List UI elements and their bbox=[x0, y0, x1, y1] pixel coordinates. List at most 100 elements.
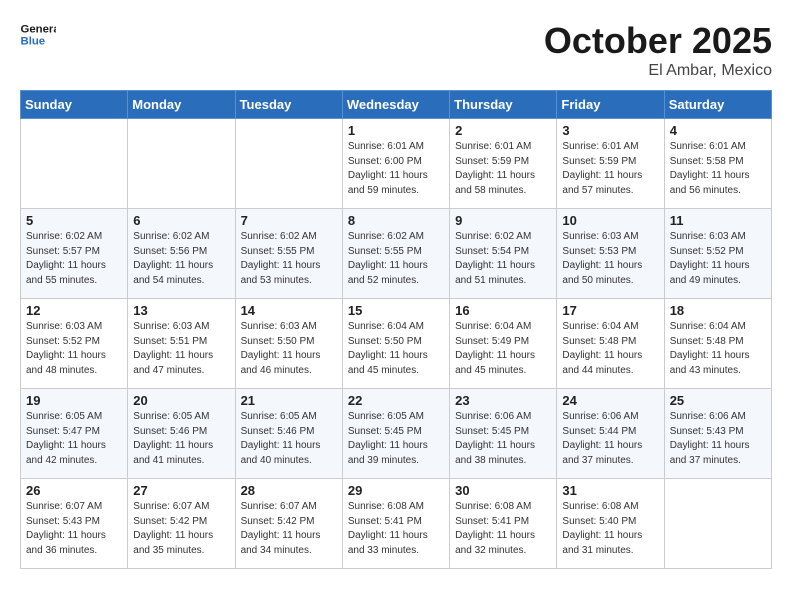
day-info: Sunrise: 6:07 AM Sunset: 5:43 PM Dayligh… bbox=[26, 500, 122, 558]
day-number: 31 bbox=[562, 483, 658, 498]
day-cell: 20Sunrise: 6:05 AM Sunset: 5:46 PM Dayli… bbox=[128, 389, 235, 479]
day-info: Sunrise: 6:05 AM Sunset: 5:46 PM Dayligh… bbox=[133, 410, 229, 468]
day-cell: 13Sunrise: 6:03 AM Sunset: 5:51 PM Dayli… bbox=[128, 299, 235, 389]
day-info: Sunrise: 6:01 AM Sunset: 6:00 PM Dayligh… bbox=[348, 140, 444, 198]
day-info: Sunrise: 6:07 AM Sunset: 5:42 PM Dayligh… bbox=[133, 500, 229, 558]
svg-text:General: General bbox=[21, 23, 57, 35]
day-info: Sunrise: 6:08 AM Sunset: 5:41 PM Dayligh… bbox=[348, 500, 444, 558]
day-number: 5 bbox=[26, 213, 122, 228]
day-cell: 28Sunrise: 6:07 AM Sunset: 5:42 PM Dayli… bbox=[235, 479, 342, 569]
day-number: 29 bbox=[348, 483, 444, 498]
day-cell: 1 Sunrise: 6:01 AM Sunset: 6:00 PM Daylig… bbox=[342, 119, 449, 209]
day-cell: 12 Sunrise: 6:03 AM Sunset: 5:52 PM Dayli… bbox=[21, 299, 128, 389]
month-title: October 2025 bbox=[544, 20, 772, 62]
day-cell: 16 Sunrise: 6:04 AM Sunset: 5:49 PM Dayli… bbox=[450, 299, 557, 389]
calendar-table: SundayMondayTuesdayWednesdayThursdayFrid… bbox=[20, 90, 772, 569]
day-info: Sunrise: 6:05 AM Sunset: 5:45 PM Dayligh… bbox=[348, 410, 444, 468]
day-cell: 19 Sunrise: 6:05 AM Sunset: 5:47 PM Dayli… bbox=[21, 389, 128, 479]
day-number: 10 bbox=[562, 213, 658, 228]
day-number: 2 bbox=[455, 123, 551, 138]
day-cell: 11Sunrise: 6:03 AM Sunset: 5:52 PM Dayli… bbox=[664, 209, 771, 299]
day-number: 1 bbox=[348, 123, 444, 138]
weekday-header-thursday: Thursday bbox=[450, 91, 557, 119]
page-header: General Blue October 2025 El Ambar, Mexi… bbox=[20, 20, 772, 80]
location: El Ambar, Mexico bbox=[544, 62, 772, 80]
weekday-header-sunday: Sunday bbox=[21, 91, 128, 119]
day-cell bbox=[128, 119, 235, 209]
day-info: Sunrise: 6:02 AM Sunset: 5:56 PM Dayligh… bbox=[133, 230, 229, 288]
day-info: Sunrise: 6:03 AM Sunset: 5:53 PM Dayligh… bbox=[562, 230, 658, 288]
day-number: 18 bbox=[670, 303, 766, 318]
day-info: Sunrise: 6:06 AM Sunset: 5:43 PM Dayligh… bbox=[670, 410, 766, 468]
day-number: 28 bbox=[241, 483, 337, 498]
day-info: Sunrise: 6:01 AM Sunset: 5:59 PM Dayligh… bbox=[455, 140, 551, 198]
day-info: Sunrise: 6:06 AM Sunset: 5:44 PM Dayligh… bbox=[562, 410, 658, 468]
title-block: October 2025 El Ambar, Mexico bbox=[544, 20, 772, 80]
day-info: Sunrise: 6:04 AM Sunset: 5:49 PM Dayligh… bbox=[455, 320, 551, 378]
week-row-5: 26Sunrise: 6:07 AM Sunset: 5:43 PM Dayli… bbox=[21, 479, 772, 569]
weekday-header-friday: Friday bbox=[557, 91, 664, 119]
weekday-header-wednesday: Wednesday bbox=[342, 91, 449, 119]
week-row-2: 5 Sunrise: 6:02 AM Sunset: 5:57 PM Daylig… bbox=[21, 209, 772, 299]
week-row-4: 19 Sunrise: 6:05 AM Sunset: 5:47 PM Dayli… bbox=[21, 389, 772, 479]
day-cell: 14Sunrise: 6:03 AM Sunset: 5:50 PM Dayli… bbox=[235, 299, 342, 389]
weekday-header-monday: Monday bbox=[128, 91, 235, 119]
day-number: 9 bbox=[455, 213, 551, 228]
day-number: 22 bbox=[348, 393, 444, 408]
weekday-header-tuesday: Tuesday bbox=[235, 91, 342, 119]
day-cell: 18 Sunrise: 6:04 AM Sunset: 5:48 PM Dayli… bbox=[664, 299, 771, 389]
day-number: 21 bbox=[241, 393, 337, 408]
day-info: Sunrise: 6:08 AM Sunset: 5:41 PM Dayligh… bbox=[455, 500, 551, 558]
day-info: Sunrise: 6:02 AM Sunset: 5:55 PM Dayligh… bbox=[241, 230, 337, 288]
day-info: Sunrise: 6:02 AM Sunset: 5:55 PM Dayligh… bbox=[348, 230, 444, 288]
day-cell bbox=[21, 119, 128, 209]
day-number: 12 bbox=[26, 303, 122, 318]
day-number: 15 bbox=[348, 303, 444, 318]
day-cell: 9Sunrise: 6:02 AM Sunset: 5:54 PM Daylig… bbox=[450, 209, 557, 299]
day-cell: 22 Sunrise: 6:05 AM Sunset: 5:45 PM Dayli… bbox=[342, 389, 449, 479]
day-number: 16 bbox=[455, 303, 551, 318]
day-info: Sunrise: 6:02 AM Sunset: 5:57 PM Dayligh… bbox=[26, 230, 122, 288]
day-number: 7 bbox=[241, 213, 337, 228]
day-number: 25 bbox=[670, 393, 766, 408]
day-info: Sunrise: 6:01 AM Sunset: 5:59 PM Dayligh… bbox=[562, 140, 658, 198]
day-info: Sunrise: 6:04 AM Sunset: 5:48 PM Dayligh… bbox=[670, 320, 766, 378]
day-cell: 29 Sunrise: 6:08 AM Sunset: 5:41 PM Dayli… bbox=[342, 479, 449, 569]
day-cell: 15 Sunrise: 6:04 AM Sunset: 5:50 PM Dayli… bbox=[342, 299, 449, 389]
day-cell: 17 Sunrise: 6:04 AM Sunset: 5:48 PM Dayli… bbox=[557, 299, 664, 389]
day-number: 19 bbox=[26, 393, 122, 408]
day-info: Sunrise: 6:01 AM Sunset: 5:58 PM Dayligh… bbox=[670, 140, 766, 198]
day-cell bbox=[664, 479, 771, 569]
day-cell: 5 Sunrise: 6:02 AM Sunset: 5:57 PM Daylig… bbox=[21, 209, 128, 299]
day-info: Sunrise: 6:03 AM Sunset: 5:51 PM Dayligh… bbox=[133, 320, 229, 378]
day-cell: 7 Sunrise: 6:02 AM Sunset: 5:55 PM Daylig… bbox=[235, 209, 342, 299]
weekday-header-saturday: Saturday bbox=[664, 91, 771, 119]
day-cell: 6 Sunrise: 6:02 AM Sunset: 5:56 PM Daylig… bbox=[128, 209, 235, 299]
day-number: 17 bbox=[562, 303, 658, 318]
day-cell: 21 Sunrise: 6:05 AM Sunset: 5:46 PM Dayli… bbox=[235, 389, 342, 479]
day-info: Sunrise: 6:08 AM Sunset: 5:40 PM Dayligh… bbox=[562, 500, 658, 558]
day-number: 6 bbox=[133, 213, 229, 228]
day-info: Sunrise: 6:04 AM Sunset: 5:50 PM Dayligh… bbox=[348, 320, 444, 378]
day-number: 30 bbox=[455, 483, 551, 498]
weekday-header-row: SundayMondayTuesdayWednesdayThursdayFrid… bbox=[21, 91, 772, 119]
day-cell: 2 Sunrise: 6:01 AM Sunset: 5:59 PM Daylig… bbox=[450, 119, 557, 209]
day-cell: 25 Sunrise: 6:06 AM Sunset: 5:43 PM Dayli… bbox=[664, 389, 771, 479]
day-info: Sunrise: 6:05 AM Sunset: 5:47 PM Dayligh… bbox=[26, 410, 122, 468]
day-info: Sunrise: 6:03 AM Sunset: 5:50 PM Dayligh… bbox=[241, 320, 337, 378]
day-cell: 3Sunrise: 6:01 AM Sunset: 5:59 PM Daylig… bbox=[557, 119, 664, 209]
day-cell: 31 Sunrise: 6:08 AM Sunset: 5:40 PM Dayli… bbox=[557, 479, 664, 569]
day-info: Sunrise: 6:03 AM Sunset: 5:52 PM Dayligh… bbox=[26, 320, 122, 378]
day-info: Sunrise: 6:05 AM Sunset: 5:46 PM Dayligh… bbox=[241, 410, 337, 468]
logo: General Blue bbox=[20, 20, 56, 48]
day-cell bbox=[235, 119, 342, 209]
day-info: Sunrise: 6:04 AM Sunset: 5:48 PM Dayligh… bbox=[562, 320, 658, 378]
day-cell: 26Sunrise: 6:07 AM Sunset: 5:43 PM Dayli… bbox=[21, 479, 128, 569]
svg-text:Blue: Blue bbox=[21, 36, 46, 48]
day-number: 4 bbox=[670, 123, 766, 138]
day-number: 11 bbox=[670, 213, 766, 228]
day-cell: 4 Sunrise: 6:01 AM Sunset: 5:58 PM Daylig… bbox=[664, 119, 771, 209]
day-cell: 27Sunrise: 6:07 AM Sunset: 5:42 PM Dayli… bbox=[128, 479, 235, 569]
day-number: 23 bbox=[455, 393, 551, 408]
day-cell: 24Sunrise: 6:06 AM Sunset: 5:44 PM Dayli… bbox=[557, 389, 664, 479]
